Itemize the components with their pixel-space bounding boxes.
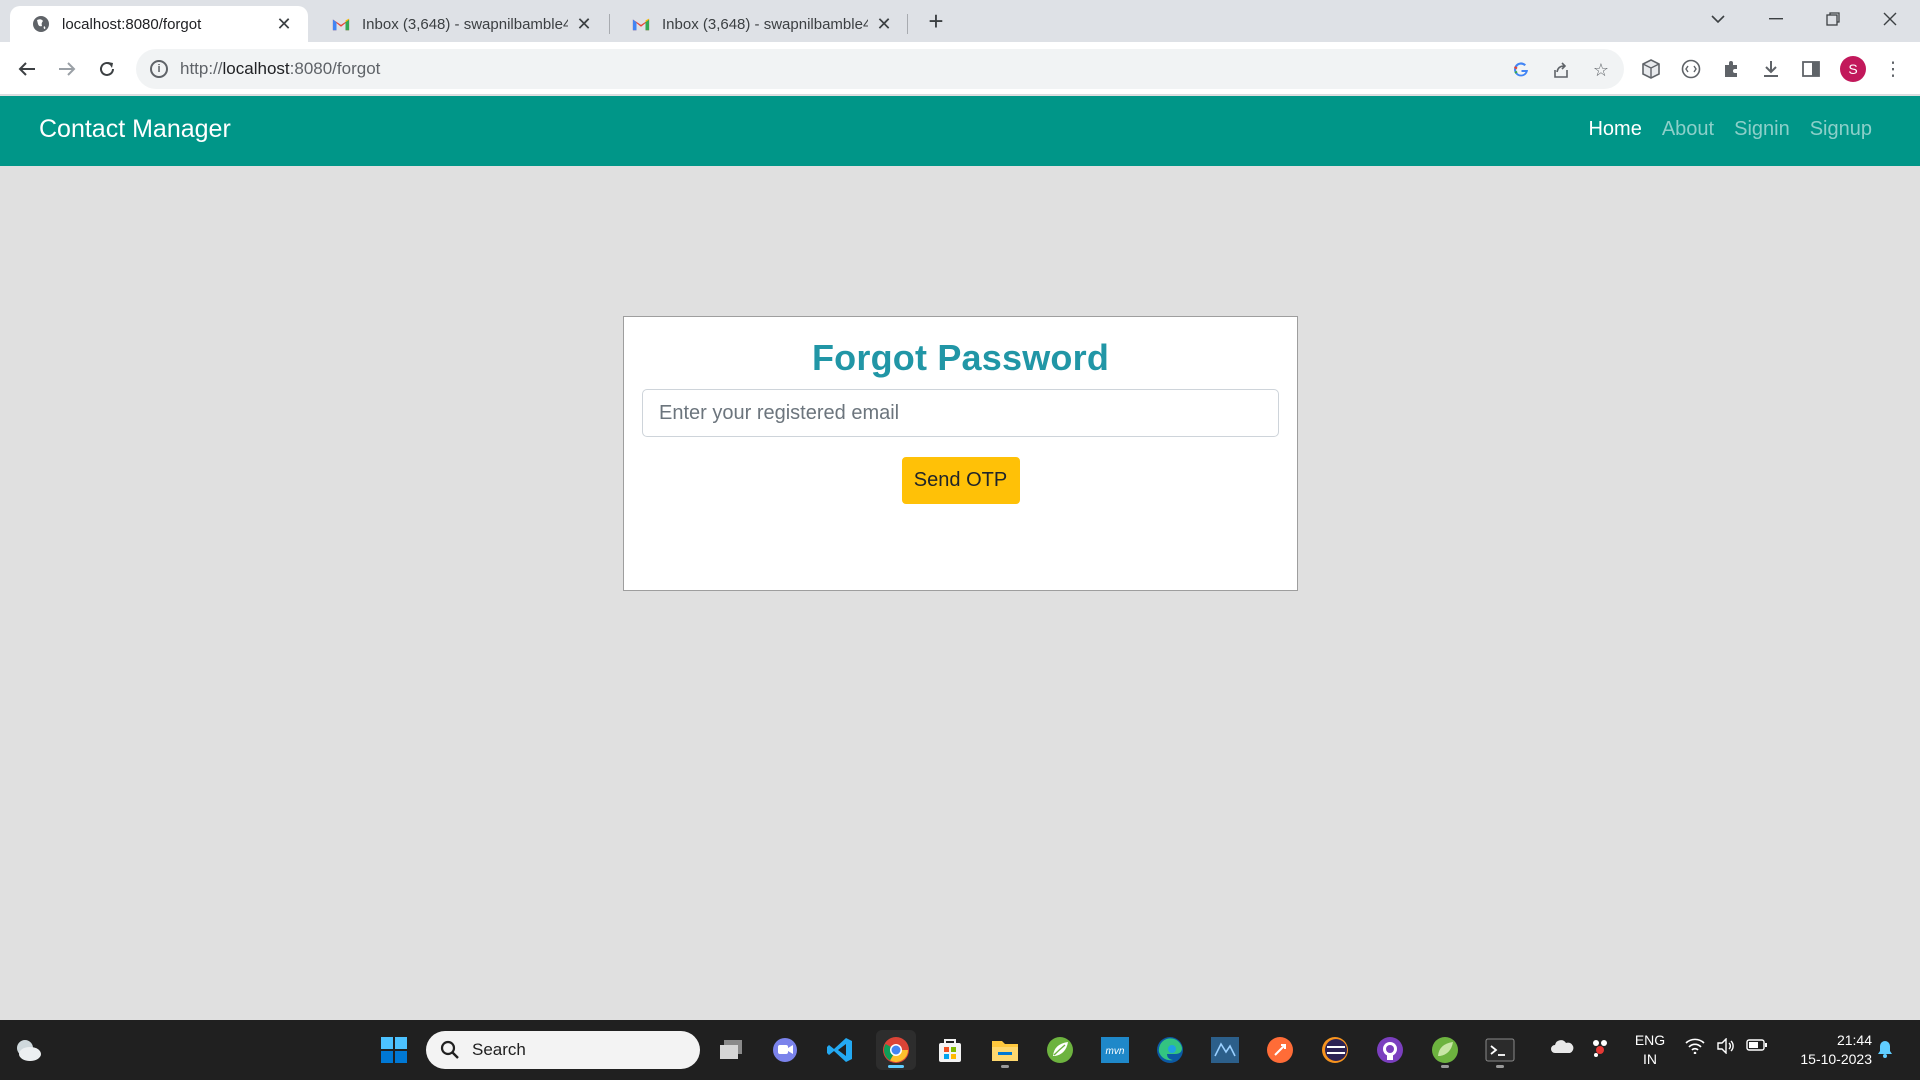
mvnrepository-icon[interactable]: mvn [1095, 1030, 1135, 1070]
volume-icon[interactable] [1716, 1037, 1736, 1059]
forgot-password-card: Forgot Password Send OTP [623, 316, 1298, 591]
extensions-puzzle-icon[interactable] [1716, 54, 1746, 84]
browser-tab-forgot[interactable]: localhost:8080/forgot ✕ [10, 6, 308, 42]
download-icon[interactable] [1756, 54, 1786, 84]
forward-arrow-icon[interactable] [50, 52, 84, 86]
minimize-window-icon[interactable] [1756, 0, 1796, 38]
close-window-icon[interactable] [1870, 0, 1910, 38]
reload-icon[interactable] [90, 52, 124, 86]
taskbar-search-box[interactable]: Search [426, 1031, 700, 1069]
nav-links: Home About Signin Signup [1588, 118, 1872, 141]
gmail-icon [332, 15, 350, 33]
browser-toolbar: i http://localhost:8080/forgot ☆ S ⋮ [0, 42, 1920, 95]
teams-chat-icon[interactable] [765, 1030, 805, 1070]
app-tray-icon[interactable] [1590, 1038, 1610, 1063]
close-tab-icon[interactable]: ✕ [274, 14, 294, 34]
eclipse-icon[interactable] [1315, 1030, 1355, 1070]
page-title: Forgot Password [811, 337, 1110, 378]
email-field[interactable] [642, 389, 1279, 437]
github-desktop-icon[interactable] [1370, 1030, 1410, 1070]
running-indicator [1441, 1065, 1449, 1068]
address-bar[interactable]: i http://localhost:8080/forgot ☆ [136, 49, 1624, 89]
notification-bell-icon[interactable] [1876, 1040, 1894, 1063]
close-tab-icon[interactable]: ✕ [574, 14, 594, 34]
tab-search-chevron-icon[interactable] [1698, 0, 1738, 38]
tab-title: localhost:8080/forgot [62, 15, 202, 33]
profile-avatar[interactable]: S [1840, 56, 1866, 82]
gmail-icon [632, 15, 650, 33]
new-tab-button[interactable]: + [922, 8, 950, 36]
search-icon [440, 1040, 459, 1059]
site-info-icon[interactable]: i [150, 60, 168, 78]
task-view-icon[interactable] [711, 1030, 751, 1070]
share-icon[interactable] [1550, 59, 1572, 81]
weather-widget-icon[interactable] [8, 1030, 48, 1070]
tab-separator [907, 14, 908, 34]
browser-tab-inbox-1[interactable]: Inbox (3,648) - swapnilbamble4 ✕ [310, 6, 608, 42]
spring-boot-icon[interactable] [1425, 1030, 1465, 1070]
start-windows-icon[interactable] [374, 1030, 414, 1070]
windows-taskbar: Search mvn ENG IN 21:44 15-10-2023 [0, 1020, 1920, 1080]
mysql-workbench-icon[interactable] [1205, 1030, 1245, 1070]
app-navbar: Contact Manager Home About Signin Signup [0, 96, 1920, 166]
running-indicator [1496, 1065, 1504, 1068]
url-text: http://localhost:8080/forgot [180, 59, 381, 78]
onedrive-cloud-icon[interactable] [1550, 1038, 1574, 1059]
running-indicator [1001, 1065, 1009, 1068]
close-tab-icon[interactable]: ✕ [874, 14, 894, 34]
nav-link-signup[interactable]: Signup [1810, 118, 1872, 141]
microsoft-store-icon[interactable] [930, 1030, 970, 1070]
extension-code-icon[interactable] [1676, 54, 1706, 84]
svg-text:mvn: mvn [1106, 1046, 1125, 1057]
edge-icon[interactable] [1150, 1030, 1190, 1070]
send-otp-button[interactable]: Send OTP [901, 457, 1020, 504]
input-language-indicator[interactable]: ENG IN [1628, 1031, 1672, 1069]
spring-tools-icon[interactable] [1040, 1030, 1080, 1070]
chrome-icon[interactable] [876, 1030, 916, 1070]
terminal-icon[interactable] [1480, 1030, 1520, 1070]
clock-time: 21:44 [1836, 1032, 1872, 1048]
extension-cube-icon[interactable] [1636, 54, 1666, 84]
brand-title[interactable]: Contact Manager [39, 115, 231, 144]
more-options-icon[interactable]: ⋮ [1878, 54, 1908, 84]
globe-icon [32, 15, 50, 33]
clock[interactable]: 21:44 15-10-2023 [1782, 1031, 1872, 1069]
tab-title: Inbox (3,648) - swapnilbamble4 [662, 15, 868, 33]
side-panel-icon[interactable] [1796, 54, 1826, 84]
restore-window-icon[interactable] [1813, 0, 1853, 38]
bookmark-star-icon[interactable]: ☆ [1590, 59, 1612, 81]
browser-tab-inbox-2[interactable]: Inbox (3,648) - swapnilbamble4 ✕ [610, 6, 908, 42]
nav-link-home[interactable]: Home [1588, 118, 1641, 141]
nav-link-signin[interactable]: Signin [1734, 118, 1790, 141]
postman-icon[interactable] [1260, 1030, 1300, 1070]
clock-date: 15-10-2023 [1800, 1051, 1872, 1067]
browser-tab-strip: localhost:8080/forgot ✕ Inbox (3,648) - … [0, 0, 1920, 42]
nav-link-about[interactable]: About [1662, 118, 1714, 141]
battery-icon[interactable] [1746, 1038, 1768, 1057]
search-placeholder: Search [472, 1040, 526, 1059]
google-lens-icon[interactable] [1510, 59, 1532, 81]
active-indicator [888, 1065, 904, 1068]
tab-title: Inbox (3,648) - swapnilbamble4 [362, 15, 568, 33]
file-explorer-icon[interactable] [985, 1030, 1025, 1070]
vscode-icon[interactable] [820, 1030, 860, 1070]
back-arrow-icon[interactable] [10, 52, 44, 86]
wifi-icon[interactable] [1685, 1038, 1705, 1059]
